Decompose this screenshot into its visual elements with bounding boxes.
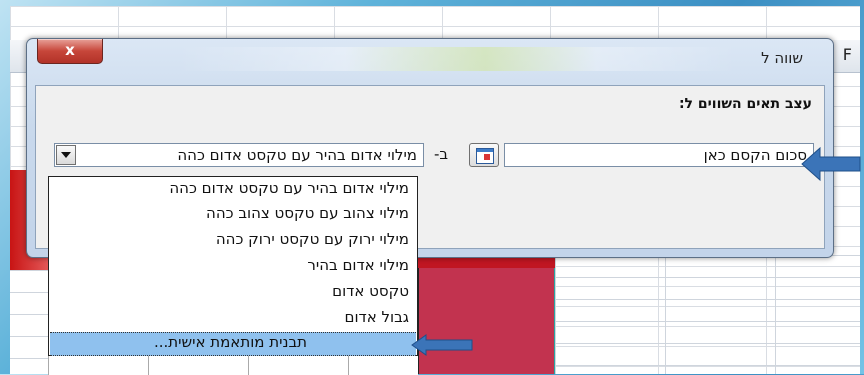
- dropdown-option[interactable]: גבול אדום: [345, 308, 410, 326]
- with-label: ב-: [434, 145, 449, 163]
- dialog-titlebar[interactable]: x שווה ל: [27, 39, 833, 83]
- sheet-grid-right: [555, 255, 860, 374]
- dropdown-option[interactable]: מילוי צהוב עם טקסט צהוב כהה: [206, 204, 409, 222]
- format-combobox[interactable]: מילוי אדום בהיר עם טקסט אדום כהה: [54, 143, 424, 167]
- format-combobox-value: מילוי אדום בהיר עם טקסט אדום כהה: [177, 146, 417, 164]
- pointer-arrow-icon: [411, 334, 473, 356]
- dropdown-option[interactable]: מילוי אדום בהיר: [307, 256, 409, 274]
- dropdown-option[interactable]: מילוי ירוק עם טקסט ירוק כהה: [216, 230, 409, 248]
- titlebar-glass: [177, 47, 737, 71]
- dropdown-option[interactable]: מילוי אדום בהיר עם טקסט אדום כהה: [169, 179, 409, 197]
- dropdown-option[interactable]: טקסט אדום: [332, 282, 409, 300]
- dropdown-option-custom[interactable]: תבנית מותאמת אישית...: [154, 333, 307, 351]
- range-selector-icon: [476, 148, 494, 164]
- sheet-grid-left: [10, 270, 50, 374]
- format-cells-heading: עצב תאים השווים ל:: [678, 96, 812, 112]
- column-letter: F: [842, 45, 852, 64]
- value-input[interactable]: סכום הקסם כאן: [504, 143, 814, 167]
- dialog-title: שווה ל: [761, 49, 803, 67]
- range-selector-button[interactable]: [469, 143, 499, 167]
- pointer-arrow-icon: [801, 146, 861, 182]
- close-button[interactable]: x: [37, 39, 103, 64]
- format-dropdown-list: מילוי אדום בהיר עם טקסט אדום כהה מילוי צ…: [48, 176, 418, 356]
- close-icon: x: [65, 41, 75, 59]
- dropdown-arrow-icon[interactable]: [56, 145, 76, 165]
